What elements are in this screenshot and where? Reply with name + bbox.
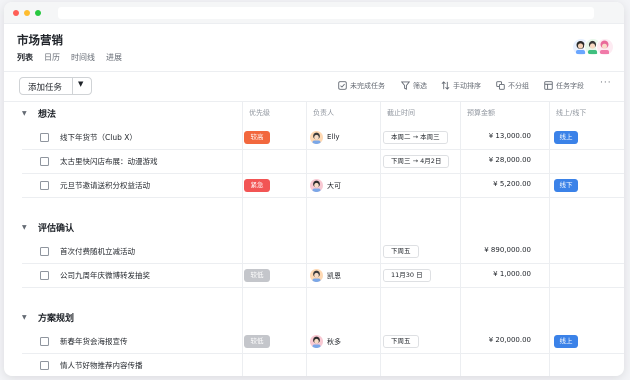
tab-timeline[interactable]: 时间线 xyxy=(71,53,95,62)
task-checkbox[interactable] xyxy=(40,361,49,370)
task-checkbox[interactable] xyxy=(40,247,49,256)
task-row[interactable]: 首次付费随机立减活动 下周五 ¥ 890,000.00 xyxy=(4,240,624,264)
maximize-window-button[interactable] xyxy=(35,10,41,16)
budget-amount: ¥ 28,000.00 xyxy=(488,156,531,164)
priority-tag[interactable]: 紧急 xyxy=(244,179,270,192)
task-group[interactable]: ▼ 方案规划 xyxy=(4,306,624,330)
avatar xyxy=(310,179,323,192)
collapse-toggle-icon[interactable]: ▼ xyxy=(22,314,27,321)
add-task-button[interactable]: 添加任务 ▼ xyxy=(19,77,92,95)
channel-tag[interactable]: 线上 xyxy=(554,131,578,144)
priority-tag[interactable]: 较低 xyxy=(244,335,270,348)
priority-tag[interactable]: 较低 xyxy=(244,269,270,282)
page-title: 市场营销 xyxy=(17,33,63,47)
budget-amount: ¥ 5,200.00 xyxy=(493,180,531,188)
task-group[interactable]: ▼ 想法 xyxy=(4,102,624,126)
task-title[interactable]: 情人节好物推荐内容传播 xyxy=(60,360,143,371)
no-grouping-button[interactable]: 不分组 xyxy=(496,81,529,91)
group-name: 想法 xyxy=(38,110,57,120)
view-tabs: 列表 日历 时间线 进展 xyxy=(17,52,133,63)
due-date-chip[interactable]: 下周三 → 4月2日 xyxy=(383,155,450,168)
channel-tag[interactable]: 线上 xyxy=(554,335,578,348)
window-titlebar xyxy=(4,2,624,24)
task-row[interactable]: 元旦节邀请送积分权益活动 紧急 大可 ¥ 5,200.00 线下 xyxy=(4,174,624,198)
minimize-window-button[interactable] xyxy=(24,10,30,16)
collapse-toggle-icon[interactable]: ▼ xyxy=(22,224,27,231)
task-checkbox[interactable] xyxy=(40,133,49,142)
task-row[interactable]: 线下年货节（Club X） 较高 Elly 本周二 → 本周三 ¥ 13,000.00 线… xyxy=(4,126,624,150)
tab-calendar[interactable]: 日历 xyxy=(44,53,60,62)
owner-name: 大可 xyxy=(327,182,341,190)
owner-name: 凯恩 xyxy=(327,272,341,280)
owner-name: 秋多 xyxy=(327,338,341,346)
budget-amount: ¥ 13,000.00 xyxy=(488,132,531,140)
divider xyxy=(72,78,73,94)
avatar xyxy=(310,131,323,144)
budget-amount: ¥ 1,000.00 xyxy=(493,270,531,278)
budget-amount: ¥ 20,000.00 xyxy=(488,336,531,344)
task-checkbox[interactable] xyxy=(40,157,49,166)
due-date-chip[interactable]: 下周五 xyxy=(383,245,419,258)
member-avatars[interactable] xyxy=(572,38,622,58)
task-title[interactable]: 首次付费随机立减活动 xyxy=(60,246,135,257)
tab-list[interactable]: 列表 xyxy=(17,53,33,62)
channel-tag[interactable]: 线下 xyxy=(554,179,578,192)
due-date-chip[interactable]: 本周二 → 本周三 xyxy=(383,131,448,144)
chevron-down-icon[interactable]: ▼ xyxy=(78,80,83,88)
task-fields-button[interactable]: 任务字段 xyxy=(544,81,584,91)
group-name: 评估确认 xyxy=(38,224,75,234)
address-bar[interactable] xyxy=(58,7,594,19)
task-group[interactable]: ▼ 评估确认 xyxy=(4,216,624,240)
fields-icon xyxy=(544,81,553,90)
row-divider xyxy=(22,197,624,198)
collapse-toggle-icon[interactable]: ▼ xyxy=(22,110,27,117)
avatar xyxy=(310,335,323,348)
task-checkbox[interactable] xyxy=(40,181,49,190)
sort-icon xyxy=(441,81,450,90)
owner-name: Elly xyxy=(327,133,340,141)
close-window-button[interactable] xyxy=(13,10,19,16)
task-row[interactable]: 新春年货会海报宣传 较低 秋多 下周五 ¥ 20,000.00 线上 xyxy=(4,330,624,354)
row-divider xyxy=(22,287,624,288)
tab-progress[interactable]: 进展 xyxy=(106,53,122,62)
task-title[interactable]: 线下年货节（Club X） xyxy=(60,132,137,143)
avatar xyxy=(596,38,614,56)
due-date-chip[interactable]: 11月30 日 xyxy=(383,269,431,282)
filter-icon xyxy=(401,81,410,90)
task-row[interactable]: 情人节好物推荐内容传播 xyxy=(4,354,624,376)
task-checkbox[interactable] xyxy=(40,337,49,346)
manual-sort-button[interactable]: 手动排序 xyxy=(441,81,481,91)
incomplete-tasks-button[interactable]: 未完成任务 xyxy=(338,81,385,91)
task-title[interactable]: 新春年货会海报宣传 xyxy=(60,336,128,347)
task-title[interactable]: 公司九周年庆微博转发抽奖 xyxy=(60,270,150,281)
divider xyxy=(4,71,624,72)
avatar xyxy=(310,269,323,282)
task-title[interactable]: 太古里快闪店布展：动漫游戏 xyxy=(60,156,158,167)
budget-amount: ¥ 890,000.00 xyxy=(484,246,531,254)
app-window: 市场营销 列表 日历 时间线 进展 添加任务 ▼ 未完成任务 筛选 手动排序 不分组 … xyxy=(4,2,624,376)
due-date-chip[interactable]: 下周五 xyxy=(383,335,419,348)
group-name: 方案规划 xyxy=(38,314,75,324)
task-row[interactable]: 太古里快闪店布展：动漫游戏 下周三 → 4月2日 ¥ 28,000.00 xyxy=(4,150,624,174)
filter-button[interactable]: 筛选 xyxy=(401,81,427,91)
add-task-label: 添加任务 xyxy=(28,83,63,93)
priority-tag[interactable]: 较高 xyxy=(244,131,270,144)
group-icon xyxy=(496,81,505,90)
task-checkbox[interactable] xyxy=(40,271,49,280)
check-square-icon xyxy=(338,81,347,90)
more-options-button[interactable]: ··· xyxy=(600,78,612,88)
task-row[interactable]: 公司九周年庆微博转发抽奖 较低 凯恩 11月30 日 ¥ 1,000.00 xyxy=(4,264,624,288)
task-title[interactable]: 元旦节邀请送积分权益活动 xyxy=(60,180,150,191)
